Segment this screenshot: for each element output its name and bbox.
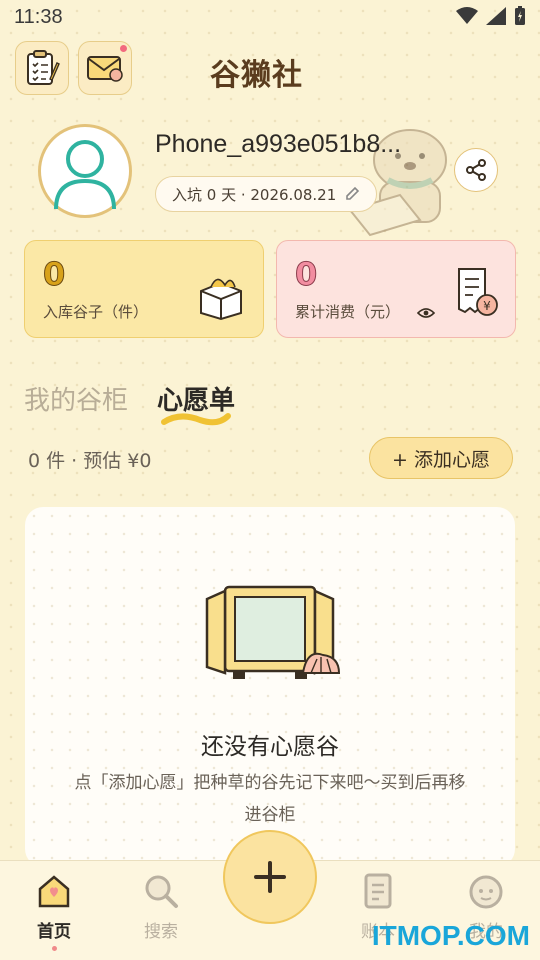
battery-icon: [515, 6, 525, 25]
total-spend-card[interactable]: 0 累计消费（元） ¥: [276, 240, 516, 338]
user-icon: [54, 140, 116, 209]
empty-state-description: 点「添加心愿」把种草的谷先记下来吧～买到后再移进谷柜: [74, 773, 466, 825]
mail-button[interactable]: [78, 41, 132, 95]
share-button[interactable]: [454, 148, 498, 192]
signal-icon: [486, 7, 506, 25]
home-icon: [38, 875, 70, 908]
app-title: 谷獭社: [210, 58, 303, 93]
tab-my-cabinet[interactable]: 我的谷柜: [24, 380, 128, 417]
box-icon: [200, 278, 242, 321]
status-time: 11:38: [14, 6, 63, 28]
nav-search-label: 搜索: [144, 922, 178, 942]
clipboard-button[interactable]: [15, 41, 69, 95]
add-wish-button[interactable]: + 添加心愿: [369, 437, 513, 479]
notification-dot: [120, 45, 127, 52]
empty-state-card: 还没有心愿谷 点「添加心愿」把种草的谷先记下来吧～买到后再移进谷柜: [25, 507, 515, 867]
status-bar: 11:38: [0, 0, 540, 36]
ledger-icon: [364, 873, 392, 909]
clipboard-icon: [27, 50, 60, 85]
join-date-text: 入坑 0 天 · 2026.08.21: [172, 185, 337, 204]
receipt-icon: ¥: [458, 268, 498, 316]
status-icons: [456, 6, 526, 26]
stored-items-value: 0: [42, 255, 66, 294]
share-icon: [466, 159, 486, 181]
join-date-pill[interactable]: 入坑 0 天 · 2026.08.21: [155, 176, 378, 212]
svg-text:¥: ¥: [483, 299, 491, 313]
face-icon: [469, 875, 503, 909]
edit-icon: [346, 186, 360, 200]
watermark: ITMOP.COM: [371, 920, 530, 951]
wifi-icon: [456, 7, 478, 24]
eye-icon[interactable]: [417, 307, 435, 319]
wishlist-summary: 0 件 · 预估 ¥0: [28, 450, 152, 472]
nav-active-dot: [51, 946, 57, 951]
add-fab-button[interactable]: [223, 830, 317, 924]
empty-cabinet-illustration: [205, 585, 341, 679]
total-spend-label: 累计消费（元）: [295, 303, 401, 321]
avatar[interactable]: [38, 124, 132, 218]
username: Phone_a993e051b8...: [155, 130, 402, 158]
nav-home[interactable]: 首页: [19, 873, 89, 951]
stored-items-label: 入库谷子（件）: [43, 303, 149, 321]
empty-state-title: 还没有心愿谷: [201, 734, 339, 760]
mail-icon: [87, 56, 123, 82]
search-icon: [145, 875, 178, 908]
total-spend-value: 0: [294, 255, 318, 294]
nav-search[interactable]: 搜索: [126, 873, 196, 942]
tab-underline: [161, 413, 231, 426]
nav-home-label: 首页: [37, 922, 71, 942]
stored-items-card[interactable]: 0 入库谷子（件）: [24, 240, 264, 338]
plus-icon: [254, 861, 286, 893]
